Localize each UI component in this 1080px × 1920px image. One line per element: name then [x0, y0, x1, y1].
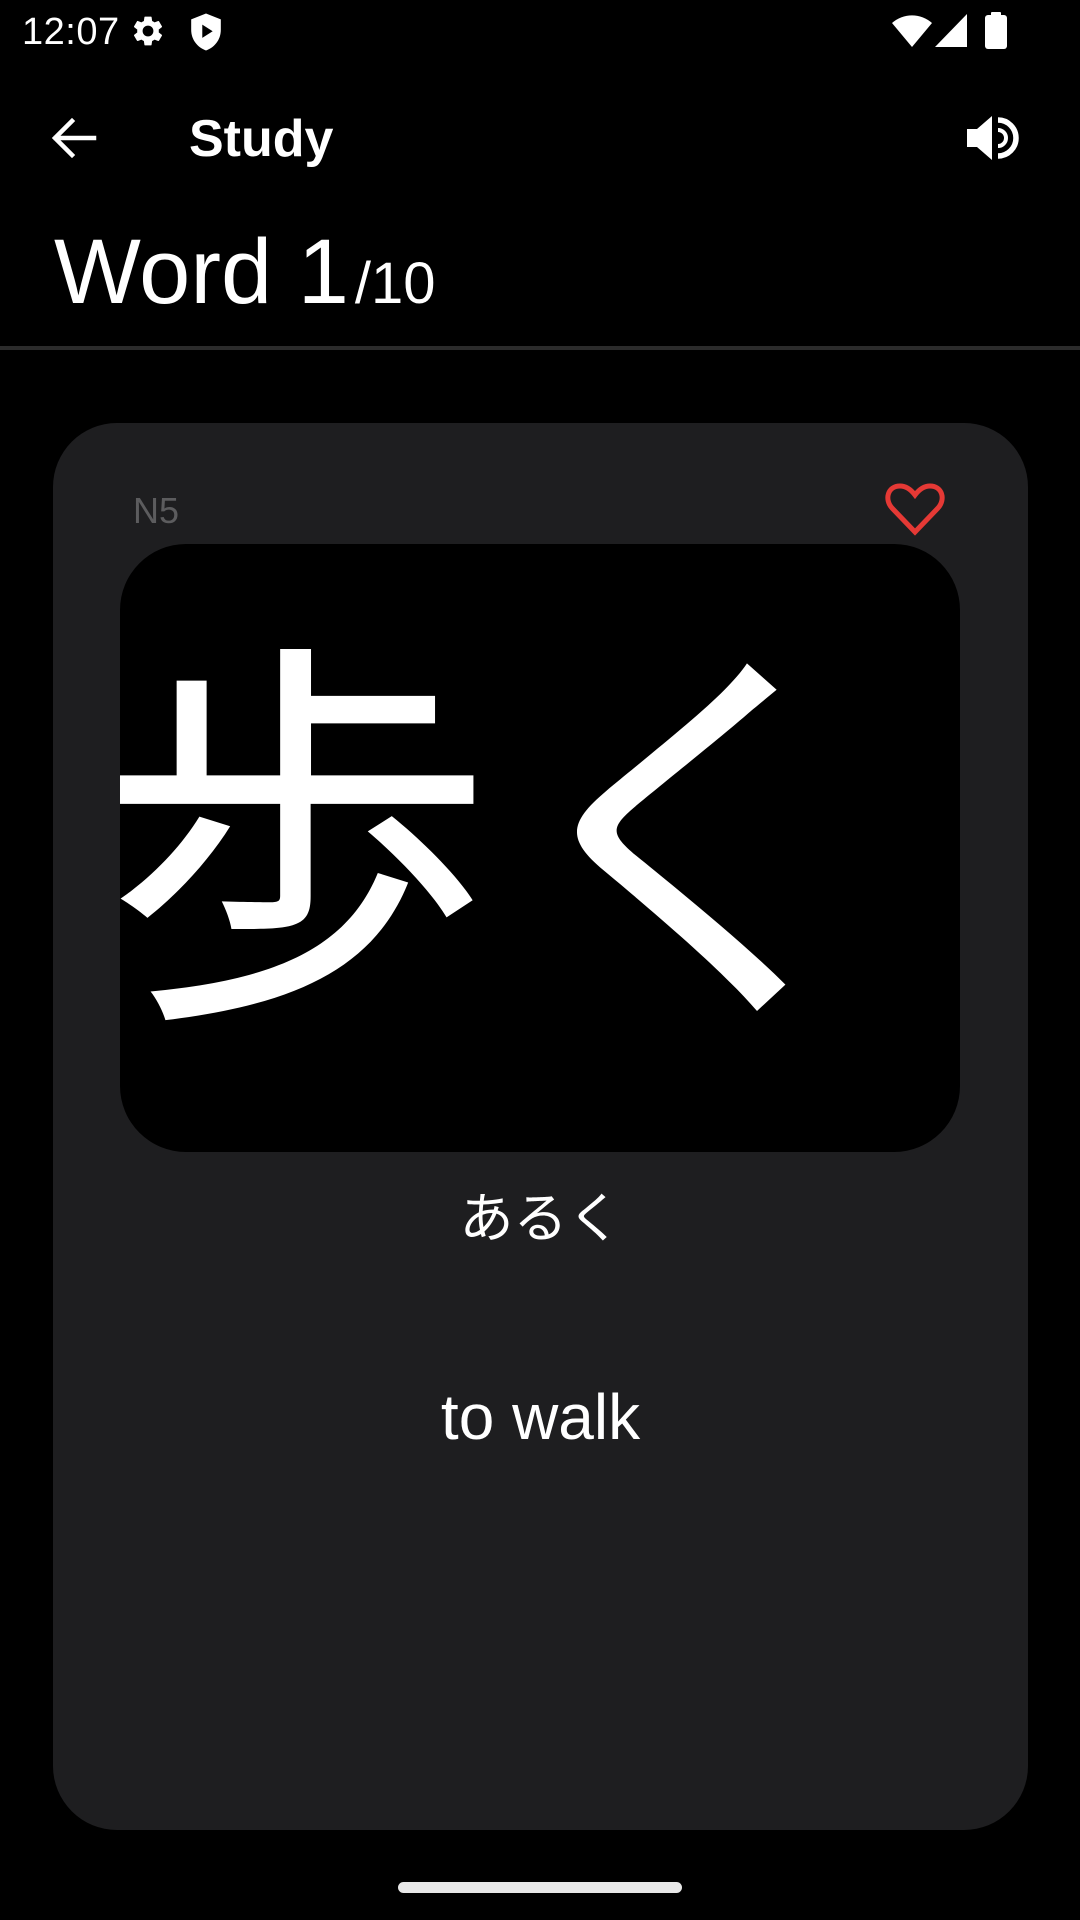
- kanji-text: 歩く: [120, 615, 895, 1080]
- english-meaning: to walk: [440, 1381, 641, 1453]
- home-indicator[interactable]: [398, 1882, 682, 1893]
- volume-up-icon[interactable]: [960, 106, 1024, 170]
- gear-icon: [133, 16, 163, 46]
- page-title: Study: [189, 110, 334, 168]
- word-progress: Word 1/10: [54, 222, 436, 349]
- word-progress-current: Word 1: [54, 221, 349, 323]
- shield-play-icon: [191, 13, 221, 51]
- arrow-back-icon[interactable]: [46, 110, 102, 166]
- jlpt-level-badge: N5: [133, 490, 180, 531]
- battery-icon: [985, 12, 1007, 49]
- cell-signal-icon: [935, 14, 967, 47]
- flash-card[interactable]: N5 歩く あるく to walk: [53, 423, 1028, 1830]
- kana-reading: あるく: [459, 1187, 622, 1250]
- status-time: 12:07: [22, 11, 120, 53]
- heart-outline-icon[interactable]: [884, 481, 946, 537]
- kanji-display: 歩く: [120, 544, 960, 1152]
- wifi-icon: [892, 15, 932, 47]
- header-divider: [0, 346, 1080, 350]
- word-progress-total: /10: [354, 251, 436, 316]
